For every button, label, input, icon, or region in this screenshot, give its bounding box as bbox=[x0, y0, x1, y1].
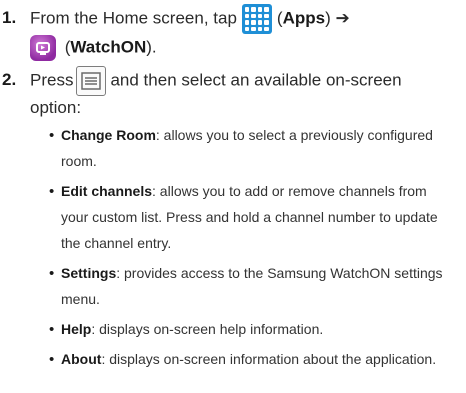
step-2-text-press: Press bbox=[30, 70, 74, 90]
option-line: Help: displays on-screen help informatio… bbox=[61, 319, 459, 340]
bullet-icon: • bbox=[49, 351, 55, 368]
option-desc: : displays on-screen help information. bbox=[91, 321, 324, 337]
apps-grid-icon bbox=[241, 4, 272, 34]
step-2-text-after: and then select an available on-screen bbox=[110, 70, 402, 90]
option-line: Edit channels: allows you to add or remo… bbox=[61, 181, 459, 202]
option-desc: : displays on-screen information about t… bbox=[101, 351, 437, 367]
option-desc: : provides access to the Samsung WatchON… bbox=[116, 265, 443, 281]
watchon-icon bbox=[30, 35, 56, 61]
watchon-label: WatchON bbox=[70, 37, 147, 57]
step-number: 2. bbox=[2, 70, 17, 89]
option-label: Settings bbox=[61, 265, 117, 281]
bullet-icon: • bbox=[49, 321, 55, 338]
step-2-line-1: Press and then select an available on-sc… bbox=[30, 66, 402, 96]
step-1-line-1: From the Home screen, tap (Apps) ➔ bbox=[30, 4, 350, 34]
option-line: room. bbox=[61, 153, 97, 169]
option-label: Help bbox=[61, 321, 92, 337]
bullet-icon: • bbox=[49, 265, 55, 282]
step-1-text: From the Home screen, tap bbox=[30, 8, 237, 28]
option-label: About bbox=[61, 351, 102, 367]
step-1-line-2: (WatchON). bbox=[30, 35, 157, 61]
step-number: 1. bbox=[2, 8, 17, 27]
bullet-icon: • bbox=[49, 183, 55, 200]
option-line: Settings: provides access to the Samsung… bbox=[61, 263, 459, 284]
step-2-line-2: option: bbox=[30, 98, 82, 117]
option-desc: : allows you to select a previously conf… bbox=[155, 127, 433, 143]
option-label: Edit channels bbox=[61, 183, 153, 199]
option-line: menu. bbox=[61, 291, 100, 307]
option-line: your custom list. Press and hold a chann… bbox=[61, 209, 438, 225]
option-desc: : allows you to add or remove channels f… bbox=[152, 183, 427, 199]
option-label: Change Room bbox=[61, 127, 156, 143]
apps-label: Apps bbox=[282, 8, 326, 28]
option-line: About: displays on-screen information ab… bbox=[61, 349, 459, 370]
arrow-icon: ➔ bbox=[335, 8, 350, 28]
bullet-icon: • bbox=[49, 127, 55, 144]
menu-key-icon bbox=[76, 66, 107, 96]
option-line: Change Room: allows you to select a prev… bbox=[61, 125, 459, 146]
option-line: the channel entry. bbox=[61, 235, 172, 251]
